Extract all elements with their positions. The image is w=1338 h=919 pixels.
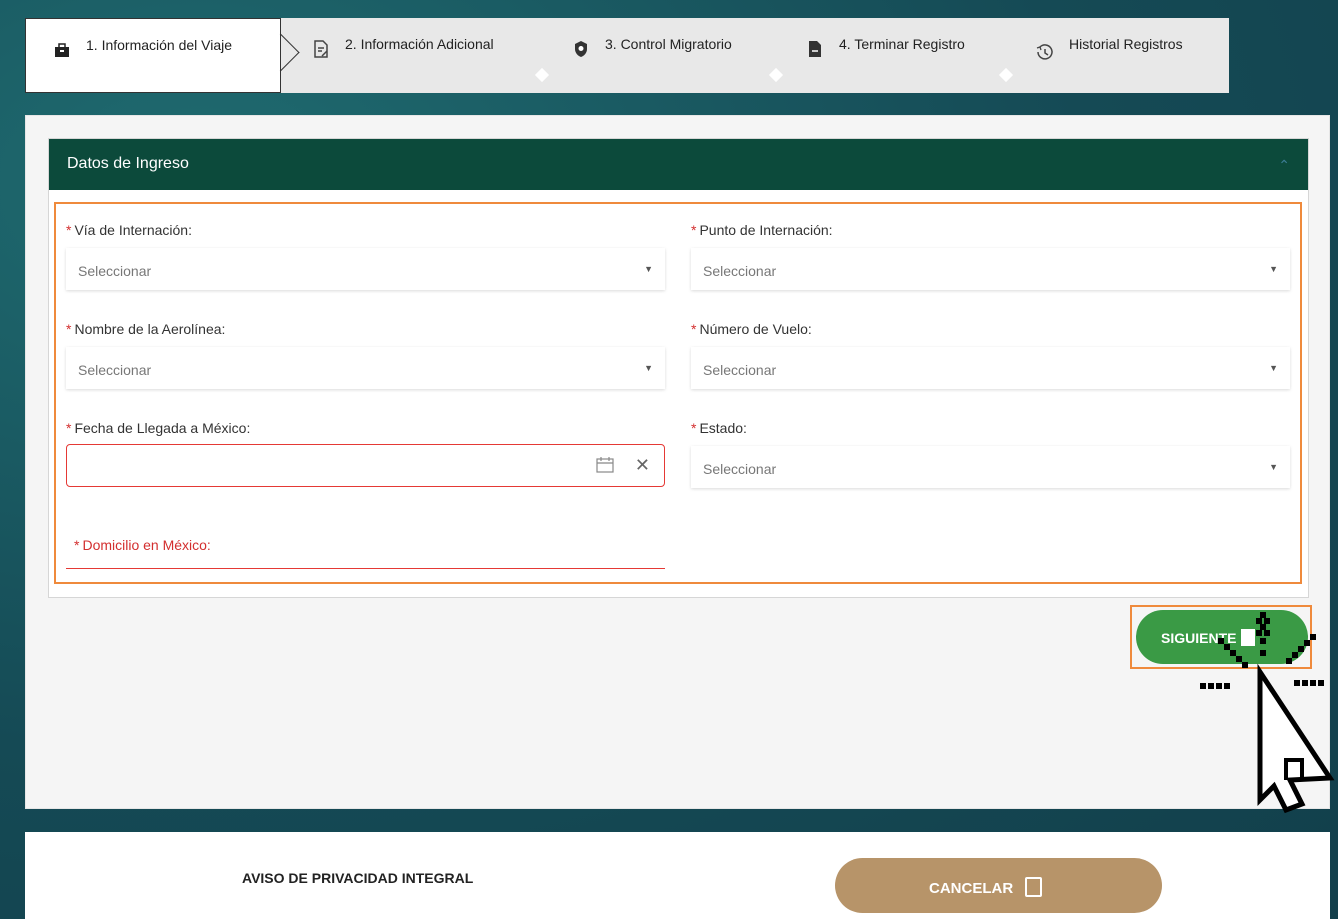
estado-select[interactable]: Seleccionar ▼ <box>691 446 1290 488</box>
punto-value: Seleccionar <box>703 263 777 279</box>
vuelo-label: * Número de Vuelo: <box>691 321 812 337</box>
caret-down-icon: ▼ <box>1269 462 1278 472</box>
cancelar-label: CANCELAR <box>929 880 1014 897</box>
shield-icon <box>571 39 591 59</box>
privacy-link[interactable]: AVISO DE PRIVACIDAD INTEGRAL <box>242 870 473 886</box>
punto-label: * Punto de Internación: <box>691 222 833 238</box>
vuelo-select[interactable]: Seleccionar ▼ <box>691 347 1290 389</box>
via-select[interactable]: Seleccionar ▼ <box>66 248 665 290</box>
aerolinea-value: Seleccionar <box>78 362 152 378</box>
step-separator <box>534 67 550 83</box>
caret-down-icon: ▼ <box>1269 264 1278 274</box>
step-terminar-registro[interactable]: 4. Terminar Registro <box>805 18 965 93</box>
step-separator <box>998 67 1014 83</box>
document-cancel-icon <box>1025 877 1043 897</box>
caret-down-icon: ▼ <box>1269 363 1278 373</box>
step-control-migratorio[interactable]: 3. Control Migratorio <box>571 18 732 93</box>
clear-icon[interactable]: ✕ <box>635 455 650 476</box>
step-label: 4. Terminar Registro <box>839 36 965 52</box>
fecha-llegada-input[interactable]: ✕ <box>66 444 665 487</box>
step-informacion-viaje[interactable]: 1. Información del Viaje <box>25 18 281 93</box>
estado-value: Seleccionar <box>703 461 777 477</box>
aerolinea-select[interactable]: Seleccionar ▼ <box>66 347 665 389</box>
file-icon <box>805 39 825 59</box>
caret-down-icon: ▼ <box>644 363 653 373</box>
step-historial-registros[interactable]: Historial Registros <box>1035 18 1183 93</box>
estado-label: * Estado: <box>691 420 747 436</box>
hand-cursor-icon <box>1200 612 1335 814</box>
fecha-label: * Fecha de Llegada a México: <box>66 420 251 436</box>
step-label: 1. Información del Viaje <box>86 37 233 53</box>
calendar-icon[interactable] <box>596 457 614 473</box>
domicilio-label: Domicilio en México: <box>82 537 211 553</box>
step-separator <box>768 67 784 83</box>
step-label: Historial Registros <box>1069 36 1183 52</box>
document-edit-icon <box>311 39 331 59</box>
cancelar-button[interactable]: CANCELAR <box>835 858 1162 913</box>
vuelo-value: Seleccionar <box>703 362 777 378</box>
briefcase-icon <box>52 40 72 60</box>
caret-down-icon: ▼ <box>644 264 653 274</box>
card-title: Datos de Ingreso <box>67 155 189 172</box>
domicilio-input[interactable]: * Domicilio en México: <box>66 513 665 569</box>
via-label: * Vía de Internación: <box>66 222 192 238</box>
card-header[interactable]: Datos de Ingreso ⌃ <box>49 139 1308 190</box>
via-value: Seleccionar <box>78 263 152 279</box>
punto-select[interactable]: Seleccionar ▼ <box>691 248 1290 290</box>
chevron-up-icon[interactable]: ⌃ <box>1278 157 1290 174</box>
aerolinea-label: * Nombre de la Aerolínea: <box>66 321 226 337</box>
history-icon <box>1035 42 1055 62</box>
wizard-stepper: 1. Información del Viaje 2. Información … <box>25 18 1229 93</box>
step-label: 2. Información Adicional <box>345 36 494 52</box>
step-label: 3. Control Migratorio <box>605 36 732 52</box>
step-informacion-adicional[interactable]: 2. Información Adicional <box>311 18 494 93</box>
